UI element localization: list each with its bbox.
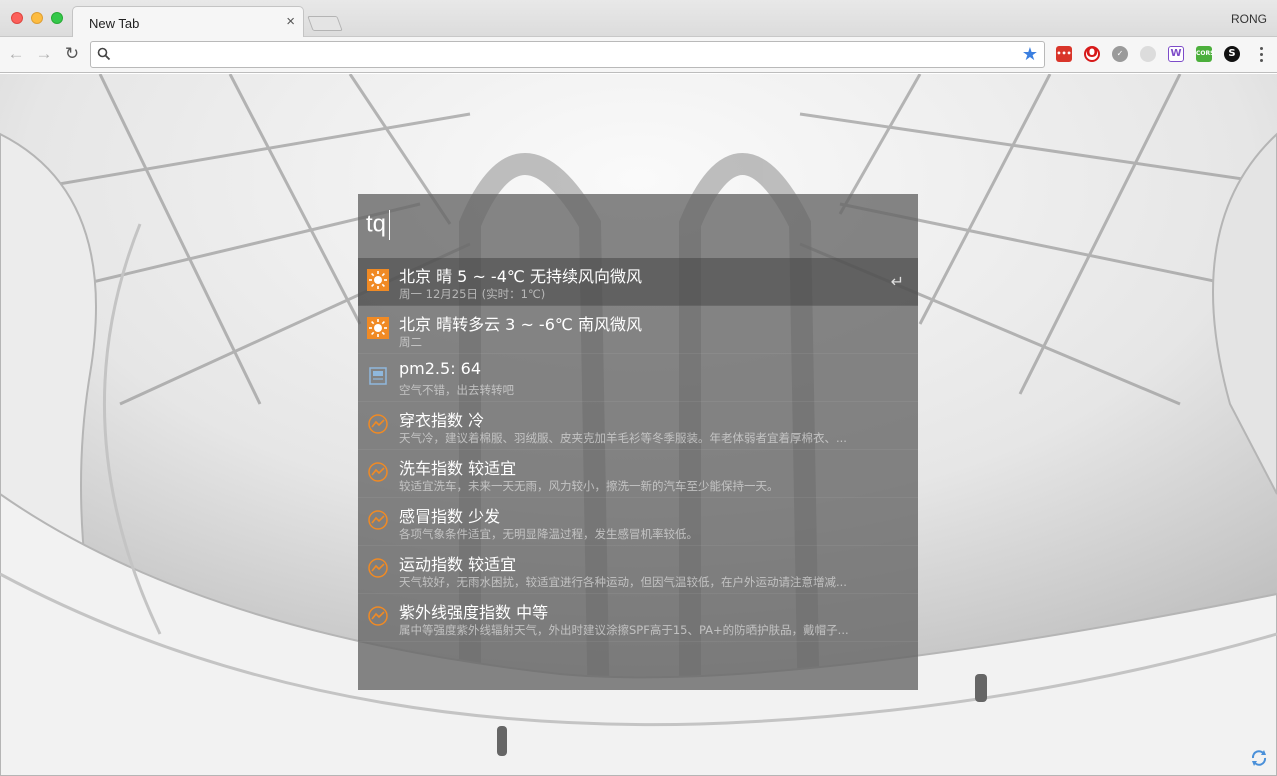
result-title: 紫外线强度指数 中等 xyxy=(399,603,549,622)
browser-toolbar: ← → ↻ ★ ••• O ✓ W CORS S xyxy=(0,37,1277,73)
ext-lastpass-icon[interactable]: ••• xyxy=(1056,46,1072,62)
tab-close-icon[interactable]: × xyxy=(286,13,295,31)
result-item[interactable]: 运动指数 较适宜 天气较好，无雨水困扰，较适宜进行各种运动，但因气温较低，在户外… xyxy=(358,546,918,594)
result-title: 北京 晴 5 ~ -4℃ 无持续风向微风 xyxy=(399,267,642,286)
ext-light-swirl-icon[interactable] xyxy=(1140,46,1156,62)
search-icon xyxy=(97,47,111,61)
result-item[interactable]: 感冒指数 少发 各项气象条件适宜，无明显降温过程，发生感冒机率较低。 xyxy=(358,498,918,546)
trend-icon xyxy=(368,558,388,578)
window-minimize-button[interactable] xyxy=(31,12,43,24)
profile-name[interactable]: RONG xyxy=(1231,12,1267,26)
ext-s-icon[interactable]: S xyxy=(1224,46,1240,62)
result-item[interactable]: pm2.5: 64 空气不错，出去转转吧 xyxy=(358,354,918,402)
result-item[interactable]: 穿衣指数 冷 天气冷，建议着棉服、羽绒服、皮夹克加羊毛衫等冬季服装。年老体弱者宜… xyxy=(358,402,918,450)
sun-icon xyxy=(367,317,389,339)
new-tab-button[interactable] xyxy=(307,16,343,31)
result-title: 感冒指数 少发 xyxy=(399,507,501,526)
result-subtitle: 空气不错，出去转转吧 xyxy=(399,383,514,397)
browser-menu-icon[interactable] xyxy=(1254,45,1268,65)
ext-opera-icon[interactable]: O xyxy=(1084,46,1100,62)
sync-icon[interactable] xyxy=(1249,748,1269,768)
trend-icon xyxy=(368,414,388,434)
tab-title: New Tab xyxy=(89,16,140,31)
trend-icon xyxy=(368,606,388,626)
result-item[interactable]: 北京 晴 5 ~ -4℃ 无持续风向微风 周一 12月25日 (实时：1℃) ↵ xyxy=(358,258,918,306)
reload-icon[interactable]: ↻ xyxy=(61,43,83,65)
address-input[interactable] xyxy=(117,46,997,64)
address-bar[interactable]: ★ xyxy=(90,41,1045,68)
trend-icon xyxy=(368,510,388,530)
window-close-button[interactable] xyxy=(11,12,23,24)
bookmark-star-icon[interactable]: ★ xyxy=(1022,43,1038,65)
result-title: 洗车指数 较适宜 xyxy=(399,459,517,478)
pm-chart-icon xyxy=(369,367,387,385)
ext-gray-check-icon[interactable]: ✓ xyxy=(1112,46,1128,62)
forward-icon[interactable]: → xyxy=(33,43,55,65)
sun-icon xyxy=(367,269,389,291)
result-item[interactable]: 紫外线强度指数 中等 属中等强度紫外线辐射天气，外出时建议涂擦SPF高于15、P… xyxy=(358,594,918,642)
result-title: 穿衣指数 冷 xyxy=(399,411,485,430)
result-item[interactable]: 北京 晴转多云 3 ~ -6℃ 南风微风 周二 xyxy=(358,306,918,354)
result-title: pm2.5: 64 xyxy=(399,359,482,378)
result-subtitle: 属中等强度紫外线辐射天气，外出时建议涂擦SPF高于15、PA+的防晒护肤品，戴帽… xyxy=(399,623,849,637)
result-title: 运动指数 较适宜 xyxy=(399,555,517,574)
back-icon[interactable]: ← xyxy=(5,43,27,65)
ext-cors-icon[interactable]: CORS xyxy=(1196,46,1214,62)
result-subtitle: 天气较好，无雨水困扰，较适宜进行各种运动，但因气温较低，在户外运动请注意增减..… xyxy=(399,575,847,589)
query-text: tq xyxy=(366,210,387,238)
enter-key-icon: ↵ xyxy=(890,274,904,291)
window-maximize-button[interactable] xyxy=(51,12,63,24)
text-caret xyxy=(389,210,391,240)
result-title: 北京 晴转多云 3 ~ -6℃ 南风微风 xyxy=(399,315,642,334)
tab-new-tab[interactable]: New Tab × xyxy=(72,6,304,37)
trend-icon xyxy=(368,462,388,482)
result-subtitle: 周一 12月25日 (实时：1℃) xyxy=(399,287,546,301)
result-item[interactable]: 洗车指数 较适宜 较适宜洗车，未来一天无雨，风力较小，擦洗一新的汽车至少能保持一… xyxy=(358,450,918,498)
result-subtitle: 各项气象条件适宜，无明显降温过程，发生感冒机率较低。 xyxy=(399,527,698,541)
tab-strip: New Tab × RONG xyxy=(0,0,1277,37)
result-subtitle: 周二 xyxy=(399,335,422,349)
result-subtitle: 天气冷，建议着棉服、羽绒服、皮夹克加羊毛衫等冬季服装。年老体弱者宜着厚棉衣、..… xyxy=(399,431,847,445)
result-list: 北京 晴 5 ~ -4℃ 无持续风向微风 周一 12月25日 (实时：1℃) ↵… xyxy=(358,258,918,642)
search-launcher: tq 北京 晴 5 ~ -4℃ 无持续风向微风 周一 12月25日 (实时：1℃… xyxy=(358,194,918,690)
launcher-query-input[interactable]: tq xyxy=(366,210,391,244)
ext-w-icon[interactable]: W xyxy=(1168,46,1184,62)
result-subtitle: 较适宜洗车，未来一天无雨，风力较小，擦洗一新的汽车至少能保持一天。 xyxy=(399,479,779,493)
